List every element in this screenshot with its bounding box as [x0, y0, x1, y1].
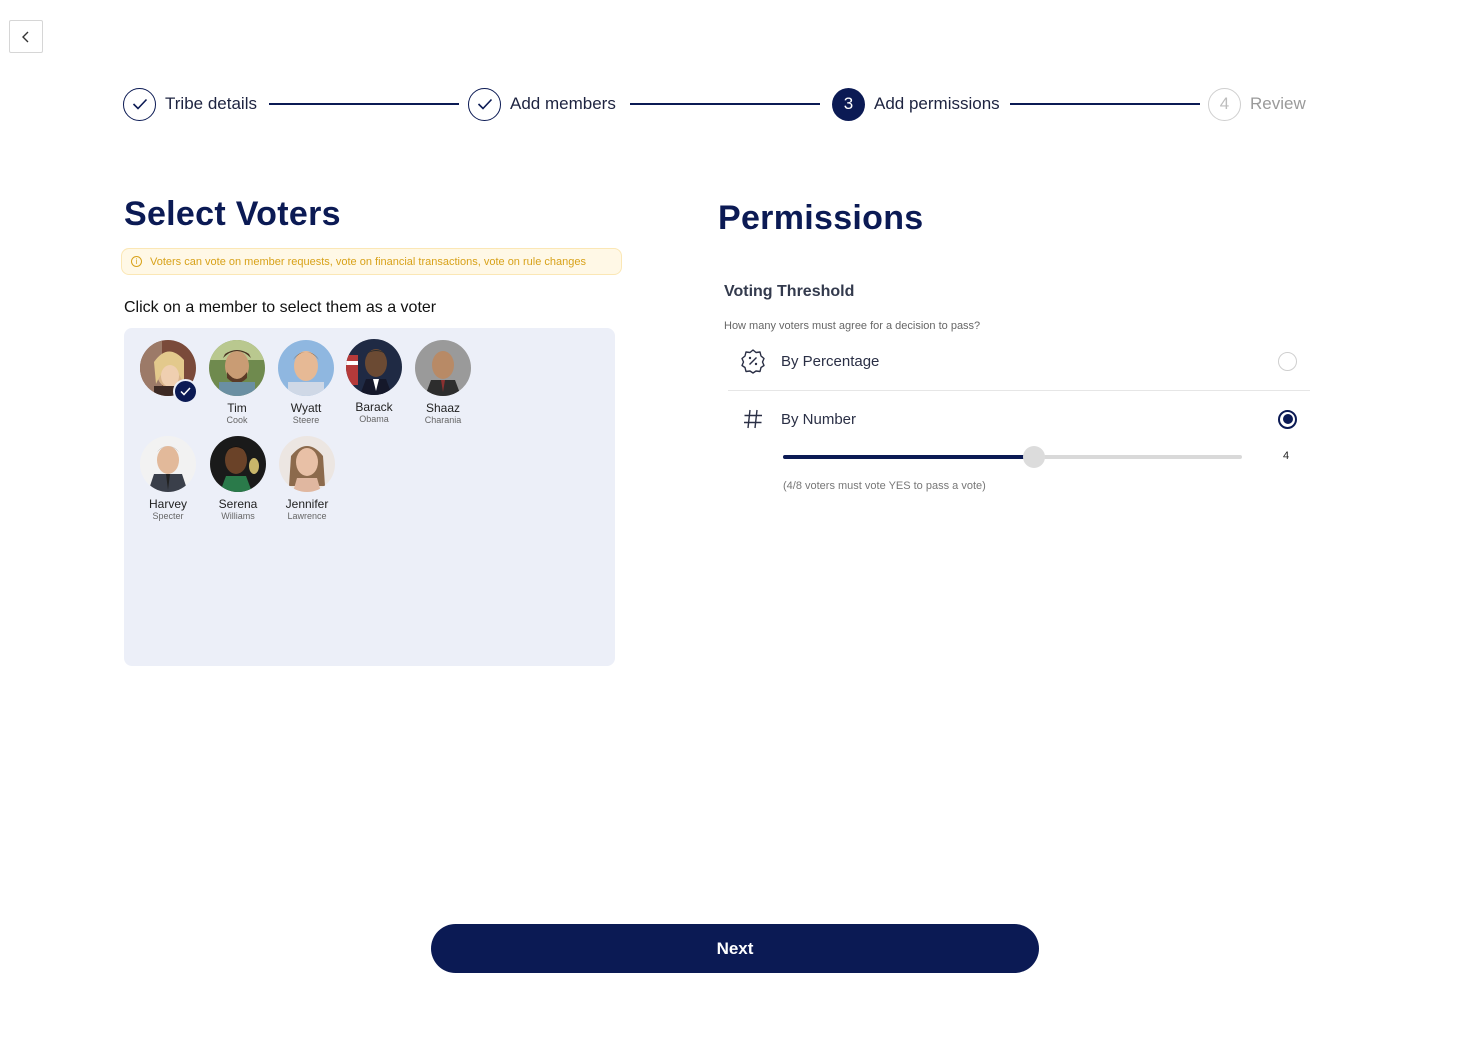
member-first-name: Harvey [148, 497, 187, 511]
member-last-name: Obama [359, 414, 389, 424]
voter-notice: i Voters can vote on member requests, vo… [121, 248, 622, 275]
member-last-name: Charania [424, 415, 462, 425]
member-grid: Tim Cook Wyatt Steere Barack Obama Shaaz… [124, 328, 615, 666]
radio-by-percentage[interactable] [1278, 351, 1297, 371]
member-card[interactable]: Shaaz Charania [408, 340, 478, 426]
member-first-name: Shaaz [425, 401, 461, 415]
member-last-name: Specter [152, 511, 184, 521]
member-first-name: Barack [355, 400, 393, 414]
step-label: Review [1250, 94, 1306, 113]
member-first-name: Wyatt [290, 401, 322, 415]
option-label: By Percentage [781, 352, 880, 370]
info-icon: i [131, 256, 142, 267]
member-card[interactable]: Jennifer Lawrence [272, 436, 342, 522]
avatar [346, 339, 402, 395]
step-connector [1010, 103, 1200, 105]
step-label: Add members [510, 94, 616, 113]
avatar [209, 340, 265, 396]
member-card[interactable]: Serena Williams [203, 436, 273, 522]
member-last-name: Williams [221, 511, 255, 521]
member-card[interactable] [133, 340, 203, 404]
step-connector [269, 103, 459, 105]
member-last-name: Lawrence [287, 511, 327, 521]
member-card[interactable]: Tim Cook [202, 340, 272, 426]
step-number: 3 [832, 87, 865, 121]
member-first-name: Tim [227, 401, 247, 415]
voting-threshold-title: Voting Threshold [724, 283, 855, 300]
avatar [210, 436, 266, 492]
selected-check-icon [173, 379, 198, 404]
step-check-icon [468, 87, 501, 121]
step-label: Tribe details [165, 94, 257, 113]
voting-threshold-question: How many voters must agree for a decisio… [724, 320, 981, 332]
avatar [278, 340, 334, 396]
notice-text: Voters can vote on member requests, vote… [150, 255, 586, 268]
step-add-members[interactable]: Add members [468, 87, 616, 121]
avatar [140, 436, 196, 492]
member-card[interactable]: Barack Obama [339, 339, 409, 425]
option-by-percentage[interactable]: By Percentage [728, 339, 1310, 383]
option-by-number[interactable]: By Number [728, 397, 1310, 441]
slider-thumb[interactable] [1022, 446, 1045, 468]
step-number: 4 [1208, 87, 1241, 121]
step-add-permissions[interactable]: 3 Add permissions [832, 87, 1000, 121]
next-button[interactable]: Next [431, 924, 1039, 973]
progress-stepper: Tribe details Add members 3 Add permissi… [0, 0, 1470, 140]
avatar [415, 340, 471, 396]
slider-caption: (4/8 voters must vote YES to pass a vote… [783, 480, 986, 492]
hash-icon [738, 408, 768, 430]
select-voters-title: Select Voters [124, 195, 341, 233]
member-first-name: Jennifer [285, 497, 329, 511]
step-check-icon [123, 87, 156, 121]
slider-fill [783, 455, 1034, 459]
option-label: By Number [781, 410, 857, 428]
avatar [279, 436, 335, 492]
radio-by-number[interactable] [1278, 409, 1297, 429]
permissions-title: Permissions [718, 199, 924, 237]
voter-instruction: Click on a member to select them as a vo… [124, 299, 437, 316]
percent-badge-icon [738, 348, 768, 374]
step-tribe-details[interactable]: Tribe details [123, 87, 257, 121]
member-card[interactable]: Harvey Specter [133, 436, 203, 522]
member-card[interactable]: Wyatt Steere [271, 340, 341, 426]
step-connector [630, 103, 820, 105]
voter-count-slider[interactable] [783, 446, 1242, 468]
avatar [140, 340, 198, 404]
step-label: Add permissions [874, 94, 1000, 113]
member-last-name: Steere [292, 415, 320, 425]
option-divider [728, 390, 1310, 391]
member-last-name: Cook [226, 415, 248, 425]
step-review[interactable]: 4 Review [1208, 87, 1306, 121]
member-first-name: Serena [218, 497, 258, 511]
slider-value: 4 [1283, 450, 1290, 462]
